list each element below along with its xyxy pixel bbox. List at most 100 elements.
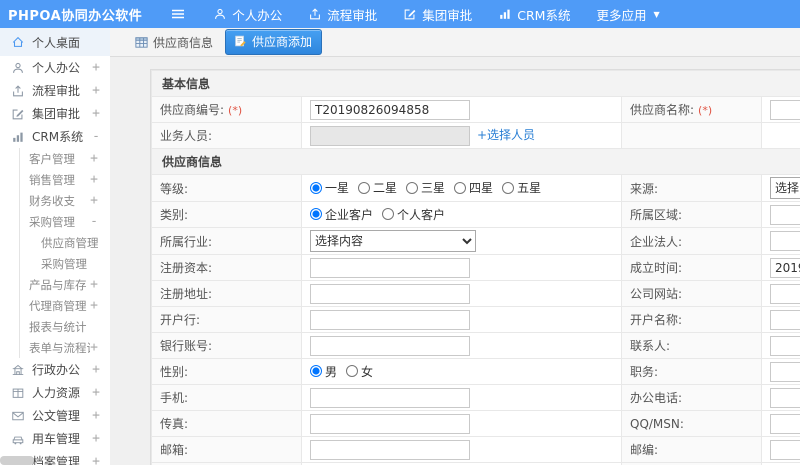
source-select[interactable]: 选择内容 [770, 177, 800, 199]
field-label: 类别: [160, 208, 189, 222]
expand-toggle-icon[interactable]: + [90, 298, 98, 313]
sidebar-item-human-resources[interactable]: 人力资源 + [0, 381, 110, 404]
topnav-more-apps[interactable]: 更多应用 ▼ [583, 0, 672, 28]
expand-toggle-icon[interactable]: + [90, 193, 98, 208]
sidebar-scrollbar-thumb[interactable] [0, 456, 34, 465]
account-name-input[interactable] [770, 309, 800, 330]
choose-staff-link[interactable]: +选择人员 [477, 128, 535, 142]
level-radios-radio[interactable] [358, 181, 371, 194]
expand-toggle-icon[interactable]: + [92, 83, 100, 98]
topnav-group-approval[interactable]: 集团审批 [390, 0, 485, 28]
sidebar-item-sales-mgmt[interactable]: 销售管理 + [19, 169, 110, 190]
sidebar-item-supplier-mgmt[interactable]: 供应商管理 [19, 232, 110, 253]
sidebar-item-personal-desktop[interactable]: 个人桌面 [0, 28, 110, 56]
founded-date-input[interactable] [770, 257, 800, 278]
gender-radios-option[interactable]: 男 [310, 363, 337, 380]
sidebar-item-procurement-mgmt[interactable]: 采购管理 [19, 253, 110, 274]
position-input[interactable] [770, 361, 800, 382]
supplier-name-input[interactable] [770, 99, 800, 120]
expand-toggle-icon[interactable]: + [92, 106, 100, 121]
gender-radios-radio[interactable] [346, 365, 359, 378]
expand-toggle-icon[interactable]: + [90, 277, 98, 292]
level-radios-radio[interactable] [310, 181, 322, 194]
category-radios-radio[interactable] [310, 208, 322, 221]
level-radios-option[interactable]: 五星 [502, 179, 541, 196]
sidebar-item-purchase-mgmt[interactable]: 采购管理 - [19, 211, 110, 232]
sidebar-item-form-flow-settings[interactable]: 表单与流程设置+ [19, 337, 110, 358]
sidebar-item-customer-mgmt[interactable]: 客户管理 + [19, 148, 110, 169]
level-radios-option[interactable]: 一星 [310, 179, 349, 196]
expand-toggle-icon[interactable]: + [92, 454, 100, 465]
expand-toggle-icon[interactable]: + [92, 60, 100, 75]
sidebar-item-agent-mgmt[interactable]: 代理商管理 + [19, 295, 110, 316]
topnav-personal-office[interactable]: 个人办公 [200, 0, 295, 28]
email-input[interactable] [310, 439, 470, 460]
field-label-cell: 成立时间: [621, 254, 762, 281]
category-radios-option[interactable]: 个人客户 [382, 206, 445, 223]
bar-chart-icon [498, 7, 512, 21]
contact-input[interactable] [770, 335, 800, 356]
expand-toggle-icon[interactable]: - [90, 214, 98, 229]
staff-input[interactable] [310, 125, 470, 146]
field-label-cell: 所属行业: [151, 227, 302, 255]
level-radios-option[interactable]: 三星 [406, 179, 445, 196]
zip-input[interactable] [770, 439, 800, 460]
field-label: 职务: [630, 365, 659, 379]
office-phone-input[interactable] [770, 387, 800, 408]
expand-toggle-icon[interactable]: + [92, 362, 100, 377]
tab-label: 供应商添加 [252, 35, 313, 49]
sidebar-item-personal-office[interactable]: 个人办公 + [0, 56, 110, 79]
fax-input[interactable] [310, 413, 470, 434]
menu-icon[interactable] [170, 6, 186, 22]
industry-select[interactable]: 选择内容 [310, 230, 476, 252]
level-radios-radio[interactable] [406, 181, 419, 194]
registered-capital-input[interactable] [310, 257, 470, 278]
expand-toggle-icon[interactable]: + [90, 172, 98, 187]
bank-input[interactable] [310, 309, 470, 330]
level-radios-radio[interactable] [454, 181, 467, 194]
field-label: 注册地址: [160, 287, 213, 301]
building-icon [11, 363, 25, 377]
gender-radios-option[interactable]: 女 [346, 363, 373, 380]
gender-radios: 男女 [310, 363, 382, 380]
tab-supplier-add[interactable]: 供应商添加 [225, 29, 323, 55]
mobile-input[interactable] [310, 387, 470, 408]
qq-msn-input[interactable] [770, 413, 800, 434]
category-radios-option[interactable]: 企业客户 [310, 206, 373, 223]
category-radios-radio[interactable] [382, 208, 395, 221]
field-label: QQ/MSN: [630, 416, 684, 431]
website-input[interactable] [770, 283, 800, 304]
level-radios-radio[interactable] [502, 181, 515, 194]
expand-toggle-icon[interactable]: - [92, 129, 100, 144]
bank-account-input[interactable] [310, 335, 470, 356]
field-label-cell: 业务人员: [151, 122, 302, 149]
sidebar-item-product-inventory[interactable]: 产品与库存 + [19, 274, 110, 295]
topnav-crm-system[interactable]: CRM系统 [485, 0, 583, 28]
topnav-workflow-approval[interactable]: 流程审批 [295, 0, 390, 28]
form-row: 等级: 一星 二星 三星 四星 五星 来源: 选择内容 [151, 174, 800, 202]
registered-address-input[interactable] [310, 283, 470, 304]
sidebar-item-vehicle-mgmt[interactable]: 用车管理 + [0, 427, 110, 450]
sidebar-item-workflow-approval[interactable]: 流程审批 + [0, 79, 110, 102]
level-radios-option[interactable]: 四星 [454, 179, 493, 196]
expand-toggle-icon[interactable]: + [92, 408, 100, 423]
sidebar-item-crm-system[interactable]: CRM系统 - [0, 125, 110, 148]
level-radios-option[interactable]: 二星 [358, 179, 397, 196]
expand-toggle-icon[interactable]: + [90, 151, 98, 166]
gender-radios-radio[interactable] [310, 365, 322, 378]
region-input[interactable] [770, 204, 800, 225]
field-input-cell [760, 280, 800, 307]
expand-toggle-icon[interactable]: + [90, 340, 98, 355]
sidebar-item-admin-office[interactable]: 行政办公 + [0, 358, 110, 381]
expand-toggle-icon[interactable]: + [92, 431, 100, 446]
tab-supplier-info[interactable]: 供应商信息 [134, 34, 213, 51]
sidebar-item-reports-stats[interactable]: 报表与统计 [19, 316, 110, 337]
expand-toggle-icon[interactable]: + [92, 385, 100, 400]
supplier-code-input[interactable] [310, 99, 470, 120]
sidebar-item-finance-inout[interactable]: 财务收支 + [19, 190, 110, 211]
sidebar-item-document-mgmt[interactable]: 公文管理 + [0, 404, 110, 427]
topnav-label: 个人办公 [232, 7, 283, 23]
legal-person-input[interactable] [770, 231, 800, 251]
form-row: 供应商编号:(*)供应商名称:(*) [151, 96, 800, 123]
sidebar-item-group-approval[interactable]: 集团审批 + [0, 102, 110, 125]
